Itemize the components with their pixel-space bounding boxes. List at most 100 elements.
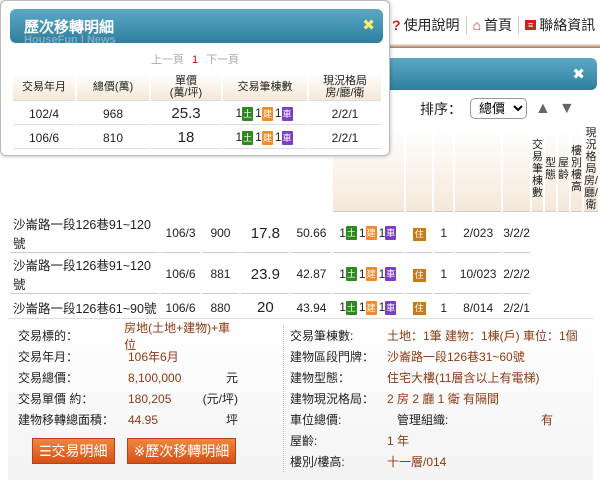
results-header-bar: ✖ <box>380 58 597 90</box>
detail-value: 有 <box>540 413 553 427</box>
residential-icon: 住 <box>412 302 426 315</box>
pager: 上一頁 1 下一頁 <box>1 51 389 67</box>
detail-value: 106年6月 <box>128 350 179 364</box>
detail-label: 交易年月： <box>18 350 79 364</box>
column-header[interactable]: 樓別樓高 <box>570 127 582 212</box>
close-icon[interactable]: ✖ <box>572 65 585 83</box>
land-badge-icon: 土 <box>242 106 254 121</box>
layout: 3/2/2 <box>503 214 530 253</box>
close-icon[interactable]: ✖ <box>362 16 375 34</box>
detail-label: 交易總價： <box>18 371 79 385</box>
column-header: 總價(萬) <box>77 73 149 101</box>
help-link[interactable]: ? 使用說明 <box>392 15 460 35</box>
column-header[interactable]: 屋齡 <box>557 127 569 212</box>
detail-value: 2 房 2 廳 1 衛 有隔間 <box>387 392 500 406</box>
divider <box>518 16 520 34</box>
age: 1 <box>434 255 454 294</box>
detail-value: 44.95 <box>128 412 159 427</box>
count: 1 <box>378 266 386 281</box>
question-icon: ? <box>392 17 401 33</box>
layout: 2/2/1 <box>309 127 381 149</box>
detail-unit: (元/坪) <box>202 392 238 406</box>
building-badge-icon: 建 <box>365 267 377 282</box>
detail-label: 車位總價: <box>290 413 342 427</box>
detail-label: 交易單價 約： <box>18 392 94 406</box>
history-table: 交易年月 總價(萬) 單價 (萬/坪) 交易筆棟數 現況格局 房/廳/衛 102/4 968… <box>11 71 383 151</box>
count: 1 <box>339 225 346 240</box>
detail-row: 建物型態： 住宅大樓(11層含以上有電梯) <box>290 367 593 388</box>
table-row[interactable]: 沙崙路一段126巷91~120號 106/3 900 17.8 50.66 1土… <box>10 214 598 253</box>
chat-icon: ≡ <box>525 20 537 30</box>
current-page: 1 <box>191 54 199 66</box>
detail-row: 樓別/樓高: 十一層/014 <box>290 451 593 472</box>
date: 106/3 <box>161 214 200 253</box>
type: 住 <box>406 214 433 253</box>
sort-desc-icon[interactable]: ▼ <box>559 100 575 118</box>
transaction-count: 1土1建1車 <box>223 127 307 149</box>
transaction-detail-button[interactable]: ☰交易明細 <box>32 438 115 464</box>
date: 106/6 <box>161 296 200 320</box>
column-header[interactable]: 型態 <box>544 127 556 212</box>
sort-asc-icon[interactable]: ▲ <box>535 100 551 118</box>
transaction-count: 1土1建1車 <box>223 103 307 125</box>
parking-badge-icon: 車 <box>385 300 397 315</box>
count: 1 <box>358 266 366 281</box>
detail-value: 土地：1筆 建物：1棟(戶) 車位：1個 <box>387 329 578 343</box>
total-price: 968 <box>77 103 149 125</box>
type: 住 <box>406 296 433 320</box>
contact-link[interactable]: ≡ 聯絡資訊 <box>525 15 595 35</box>
parking-badge-icon: 車 <box>385 267 397 282</box>
prev-page-link[interactable]: 上一頁 <box>151 54 184 66</box>
unit-price: 20 <box>241 296 290 320</box>
parking-badge-icon: 車 <box>385 226 397 241</box>
count: 1 <box>274 130 282 145</box>
unit-price: 17.8 <box>241 214 290 253</box>
detail-unit: 坪 <box>225 413 238 427</box>
watermark: HouseFun | News <box>24 34 116 46</box>
detail-panel: 交易標的： 房地(土地+建物)+車位 交易年月： 106年6月 交易總價： 8,100,0… <box>8 318 593 480</box>
help-label: 使用說明 <box>403 17 460 33</box>
unit-price: 25.3 <box>151 103 221 125</box>
detail-value: 住宅大樓(11層含以上有電梯) <box>387 371 540 385</box>
table-row[interactable]: 沙崙路一段126巷91~120號 106/6 881 23.9 42.87 1土… <box>10 255 598 294</box>
type: 住 <box>406 255 433 294</box>
area: 50.66 <box>291 214 332 253</box>
detail-row: 車位總價: 管理組織: 有 <box>290 409 593 430</box>
detail-row: 交易單價 約： 180,205 (元/坪) <box>18 388 278 409</box>
total-price: 880 <box>201 296 240 320</box>
contact-label: 聯絡資訊 <box>539 17 596 33</box>
address: 沙崙路一段126巷91~120號 <box>10 255 160 294</box>
table-row: 102/4 968 25.3 1土 1建 1車 2/2/1 <box>13 103 381 125</box>
next-page-link[interactable]: 下一頁 <box>206 54 239 66</box>
detail-label: 建物型態： <box>290 371 351 385</box>
transaction-count: 1土1建1車 <box>333 296 405 320</box>
column-header[interactable]: 交易筆棟數 <box>531 127 543 212</box>
transfer-history-button[interactable]: ※歷次移轉明細 <box>126 438 237 464</box>
count: 1 <box>378 225 386 240</box>
floor: 2/023 <box>455 214 502 253</box>
column-header[interactable]: 現況格局房/廳/衛 <box>583 127 598 212</box>
land-badge-icon: 土 <box>242 130 254 145</box>
count: 1 <box>358 300 366 315</box>
layout: 2/2/2 <box>503 255 530 294</box>
land-badge-icon: 土 <box>345 267 357 282</box>
area: 43.94 <box>291 296 332 320</box>
building-badge-icon: 建 <box>261 130 273 145</box>
parking-badge-icon: 車 <box>281 106 293 121</box>
count: 1 <box>358 225 366 240</box>
detail-row: 交易筆棟數: 土地：1筆 建物：1棟(戶) 車位：1個 <box>290 325 593 346</box>
residential-icon: 住 <box>412 268 426 282</box>
detail-label: 建物移轉總面積： <box>18 413 115 427</box>
table-row: 106/6 810 18 1土 1建 1車 2/2/1 <box>13 127 381 149</box>
count: 1 <box>378 300 386 315</box>
column-header: 交易年月 <box>13 73 75 101</box>
detail-row: 交易年月： 106年6月 <box>18 346 278 367</box>
sort-control: 排序： 總價 ▲ ▼ <box>420 98 575 119</box>
detail-label: 交易標的： <box>18 329 79 343</box>
sort-select[interactable]: 總價 <box>470 98 527 119</box>
home-link[interactable]: ⌂ 首頁 <box>473 15 512 35</box>
detail-row: 交易標的： 房地(土地+建物)+車位 <box>18 321 278 352</box>
transaction-count: 1土1建1車 <box>333 255 405 294</box>
table-row[interactable]: 沙崙路一段126巷61~90號 106/6 880 20 43.94 1土 1建 1… <box>10 296 598 320</box>
count: 1 <box>235 130 243 145</box>
